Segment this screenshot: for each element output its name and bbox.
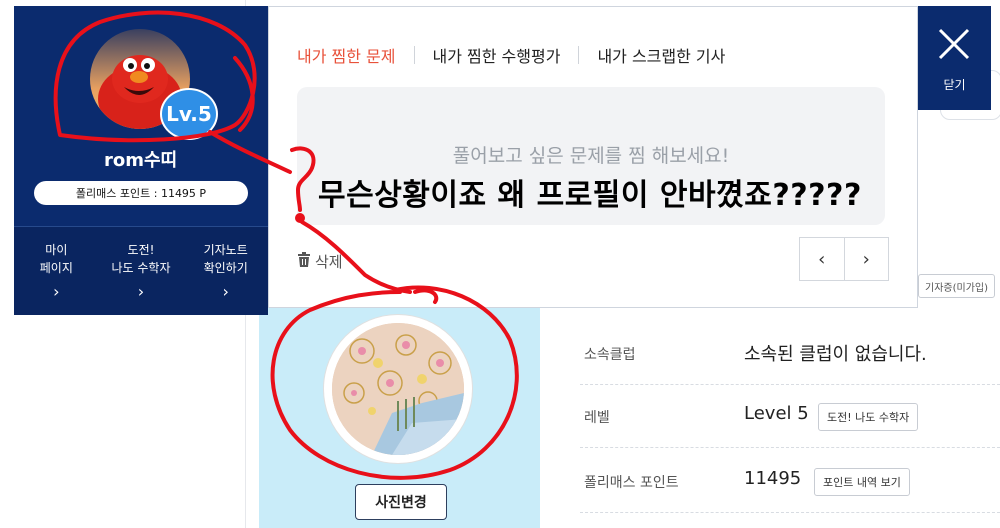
nav-label-line1: 기자노트 [203,243,248,257]
pager-next-button[interactable]: › [843,238,889,280]
nav-label-line1: 도전! [127,243,155,257]
info-row-points: 폴리매스 포인트 11495 포인트 내역 보기 [580,450,1000,513]
empty-state-message: 풀어보고 싶은 문제를 찜 해보세요! [452,145,730,167]
profile-panel: Lv.5 rom수띠 폴리매스 포인트 : 11495 P 마이 페이지 › 도… [14,6,268,315]
info-row-level: 레벨 Level 5 도전! 나도 수학자 [580,385,1000,448]
point-history-button[interactable]: 포인트 내역 보기 [814,468,910,496]
tab-saved-assessments[interactable]: 내가 찜한 수행평가 [433,43,561,67]
trash-icon [297,252,311,271]
tab-saved-problems[interactable]: 내가 찜한 문제 [297,43,396,67]
popup-tabs: 내가 찜한 문제 내가 찜한 수행평가 내가 스크랩한 기사 [297,43,725,67]
chevron-right-icon: › [53,282,60,301]
nav-my-page[interactable]: 마이 페이지 › [14,227,99,315]
points-pill: 폴리매스 포인트 : 11495 P [34,181,248,205]
delete-label: 삭제 [315,253,343,271]
pager-prev-button[interactable]: ‹ [800,238,844,280]
info-value: 소속된 클럽이 없습니다. [744,344,927,365]
saved-items-popup: 내가 찜한 문제 내가 찜한 수행평가 내가 스크랩한 기사 풀어보고 싶은 문… [268,6,918,308]
info-label: 폴리매스 포인트 [584,475,679,491]
close-x-icon [938,28,970,60]
nav-label-line1: 마이 [45,243,68,257]
profile-nav: 마이 페이지 › 도전! 나도 수학자 › 기자노트 확인하기 › [14,226,268,315]
chevron-right-icon: › [137,282,145,301]
tab-divider [413,46,415,64]
chevron-right-icon: › [222,282,229,301]
reporter-status-chip[interactable]: 기자증(미가입) [918,274,996,298]
info-label: 레벨 [584,410,610,426]
overlay-question-text: 무슨상황이죠 왜 프로필이 안바꼈죠????? [318,178,862,213]
close-button[interactable]: 닫기 [918,6,991,110]
delete-button[interactable]: 삭제 [297,251,343,272]
nav-label-line2: 나도 수학자 [111,261,171,275]
info-value: 11495 [744,468,802,489]
nav-challenge-mathematician[interactable]: 도전! 나도 수학자 › [99,227,184,315]
photo-change-button[interactable]: 사진변경 [355,484,447,520]
profile-photo-image [332,323,464,455]
close-label: 닫기 [943,78,966,92]
level-badge: Lv.5 [160,88,218,140]
nickname: rom수띠 [104,150,178,171]
nav-reporter-note[interactable]: 기자노트 확인하기 › [183,227,268,315]
info-label: 소속클럽 [584,347,636,363]
tab-scrapped-articles[interactable]: 내가 스크랩한 기사 [597,43,725,67]
challenge-mathematician-button[interactable]: 도전! 나도 수학자 [818,403,919,431]
info-value: Level 5 [744,403,809,424]
info-row-club: 소속클럽 소속된 클럽이 없습니다. [580,322,1000,385]
tab-divider [578,46,580,64]
nav-label-line2: 확인하기 [203,261,248,275]
nav-label-line2: 페이지 [39,261,73,275]
pager: ‹ › [799,237,889,281]
profile-photo [324,315,472,463]
